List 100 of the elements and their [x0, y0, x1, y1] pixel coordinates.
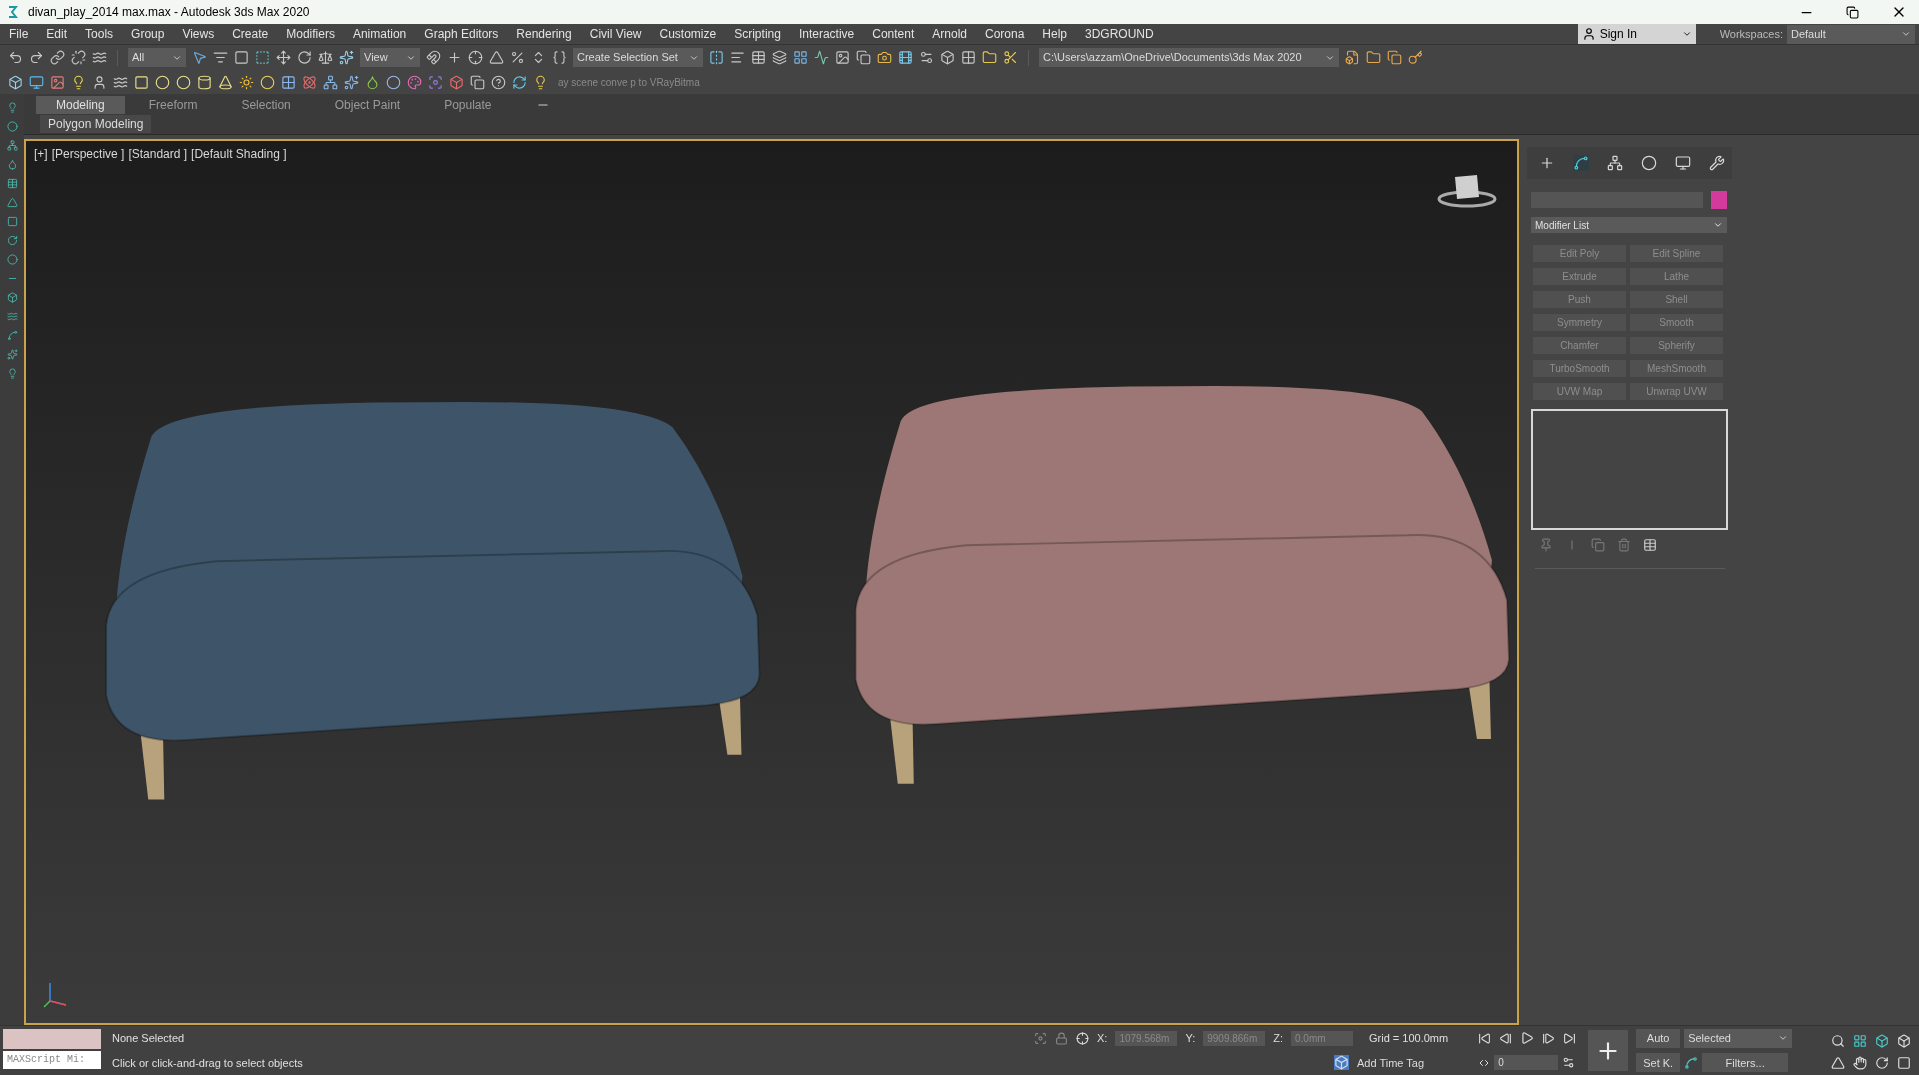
- maxscript-field[interactable]: MAXScript Mi:: [3, 1051, 101, 1069]
- spline-icon[interactable]: [6, 330, 18, 341]
- workspaces-dropdown[interactable]: Default: [1787, 24, 1915, 44]
- cylinder-icon[interactable]: [197, 74, 212, 90]
- reference-coordinate-dropdown[interactable]: View: [360, 48, 420, 67]
- circle-icon[interactable]: [1641, 155, 1657, 171]
- absolute-mode-icon[interactable]: [1076, 1031, 1089, 1045]
- box-select-icon[interactable]: [255, 50, 270, 65]
- next-frame-icon[interactable]: [1542, 1031, 1556, 1045]
- mirror-icon[interactable]: [709, 50, 724, 65]
- folder-icon[interactable]: [1366, 50, 1381, 65]
- box-icon[interactable]: [6, 292, 18, 303]
- maximize-viewport-icon[interactable]: [1897, 1056, 1911, 1070]
- ribbon-tab[interactable]: Populate: [424, 96, 512, 114]
- menu-item[interactable]: Arnold: [923, 25, 976, 43]
- key-icon[interactable]: [1408, 50, 1423, 65]
- wrench-icon[interactable]: [1709, 155, 1725, 171]
- bulb-icon[interactable]: [6, 102, 18, 113]
- menu-item[interactable]: Scripting: [725, 25, 790, 43]
- go-to-start-icon[interactable]: [1478, 1031, 1492, 1045]
- refresh-icon[interactable]: [512, 74, 527, 90]
- menu-item[interactable]: Create: [223, 25, 278, 43]
- menu-item[interactable]: File: [0, 25, 38, 43]
- square-icon[interactable]: [6, 216, 18, 227]
- add-time-tag-link[interactable]: Add Time Tag: [1357, 1054, 1425, 1071]
- circle-icon[interactable]: [155, 74, 170, 90]
- viewport-label[interactable]: [Standard ]: [128, 145, 188, 163]
- snap-icon[interactable]: [468, 50, 483, 65]
- configure-icon[interactable]: [1643, 538, 1657, 552]
- ribbon-tab[interactable]: Modeling: [36, 96, 125, 114]
- zoom-all-icon[interactable]: [1853, 1034, 1867, 1048]
- curve-icon[interactable]: [814, 50, 829, 65]
- redo-icon[interactable]: [29, 50, 44, 65]
- menu-item[interactable]: Corona: [975, 25, 1034, 43]
- menu-item[interactable]: Content: [863, 25, 924, 43]
- layers-icon[interactable]: [772, 50, 787, 65]
- zoom-icon[interactable]: [1831, 1034, 1845, 1048]
- menu-item[interactable]: Customize: [650, 25, 726, 43]
- ribbon-panel-title[interactable]: Polygon Modeling: [40, 115, 152, 133]
- box-icon[interactable]: [940, 50, 955, 65]
- previous-frame-icon[interactable]: [1499, 1031, 1513, 1045]
- unlink-icon[interactable]: [71, 50, 86, 65]
- menu-item[interactable]: Modifiers: [277, 25, 344, 43]
- align-icon[interactable]: [730, 50, 745, 65]
- isolate-icon[interactable]: [1034, 1031, 1047, 1045]
- pan-icon[interactable]: [1853, 1056, 1867, 1070]
- help-icon[interactable]: [491, 74, 506, 90]
- frame-field[interactable]: 0: [1494, 1055, 1559, 1070]
- project-path-dropdown[interactable]: C:\Users\azzam\OneDrive\Documents\3ds Max 2020: [1039, 48, 1339, 67]
- rotate-icon[interactable]: [6, 235, 18, 246]
- circle-icon[interactable]: [6, 254, 18, 265]
- zoom-extents-icon[interactable]: [1875, 1034, 1889, 1048]
- select-icon[interactable]: [192, 50, 207, 65]
- menu-item[interactable]: Interactive: [789, 25, 864, 43]
- grid-icon[interactable]: [793, 50, 808, 65]
- menu-item[interactable]: Rendering: [507, 25, 581, 43]
- key-filters-button[interactable]: Filters...: [1702, 1053, 1789, 1073]
- wave-icon[interactable]: [92, 50, 107, 65]
- droplet-icon[interactable]: [6, 159, 18, 170]
- curve-icon[interactable]: [1573, 155, 1589, 171]
- modifier-stack[interactable]: [1531, 409, 1728, 530]
- droplet-icon[interactable]: [365, 74, 380, 90]
- percent-icon[interactable]: [510, 50, 525, 65]
- menu-item[interactable]: Views: [173, 25, 224, 43]
- play-icon[interactable]: [1520, 1031, 1535, 1045]
- orbit-icon[interactable]: [1875, 1056, 1889, 1070]
- render-frame-icon[interactable]: [898, 50, 913, 65]
- pivot-icon[interactable]: [447, 50, 462, 65]
- menu-item[interactable]: 3DGROUND: [1076, 25, 1163, 43]
- link-icon[interactable]: [50, 50, 65, 65]
- modifier-list-dropdown[interactable]: Modifier List: [1531, 217, 1727, 233]
- sparkle-icon[interactable]: [344, 74, 359, 90]
- focus-icon[interactable]: [428, 74, 443, 90]
- set-key-mode-button[interactable]: Set K.: [1636, 1053, 1681, 1073]
- image-icon[interactable]: [50, 74, 65, 90]
- plus-icon[interactable]: [1539, 155, 1555, 171]
- grid2-icon[interactable]: [961, 50, 976, 65]
- magnet-icon[interactable]: [426, 50, 441, 65]
- ribbon-tab[interactable]: Object Paint: [314, 96, 421, 114]
- bulb-icon[interactable]: [6, 368, 18, 379]
- network-icon[interactable]: [6, 140, 18, 151]
- go-to-end-icon[interactable]: [1563, 1031, 1577, 1045]
- atom-icon[interactable]: [302, 74, 317, 90]
- file-icon[interactable]: [1345, 50, 1360, 65]
- settings-icon[interactable]: [919, 50, 934, 65]
- dot-icon[interactable]: [6, 121, 18, 132]
- copy-icon[interactable]: [1387, 50, 1402, 65]
- bulb-icon[interactable]: [71, 74, 86, 90]
- menu-item[interactable]: Help: [1033, 25, 1076, 43]
- field-of-view-icon[interactable]: [1831, 1056, 1845, 1070]
- viewport[interactable]: [+] [Perspective ] [Standard ] [Default Shading ]: [24, 139, 1519, 1025]
- viewport-label[interactable]: [+]: [34, 145, 48, 163]
- rectangle-icon[interactable]: [134, 74, 149, 90]
- triangle-icon[interactable]: [6, 197, 18, 208]
- key-curve-icon[interactable]: [1684, 1055, 1699, 1070]
- disc-icon[interactable]: [260, 74, 275, 90]
- menu-item[interactable]: Civil View: [580, 25, 651, 43]
- grid-icon[interactable]: [281, 74, 296, 90]
- set-key-button[interactable]: [1588, 1030, 1629, 1071]
- copy-icon[interactable]: [856, 50, 871, 65]
